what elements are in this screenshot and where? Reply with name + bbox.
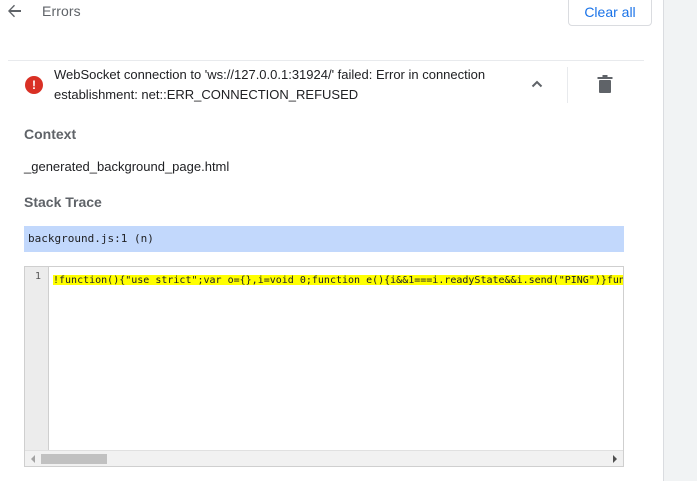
line-gutter: 1 [25,267,49,450]
horizontal-scrollbar[interactable] [25,450,623,466]
line-number: 1 [34,271,41,282]
scroll-left-arrow-icon[interactable] [31,455,35,463]
stack-frame-label: background.js:1 (n) [28,232,154,245]
scrollbar-thumb[interactable] [41,454,107,464]
header: Errors Clear all [0,0,663,60]
row-separator [567,67,568,103]
side-pane [663,0,697,481]
error-icon: ! [25,76,43,94]
highlighted-code: !function(){"use strict";var o={},i=void… [53,275,623,285]
error-list-item[interactable]: ! WebSocket connection to 'ws://127.0.0.… [8,61,644,109]
chevron-up-icon[interactable] [528,75,546,93]
error-message: WebSocket connection to 'ws://127.0.0.1:… [54,67,486,102]
stack-trace-heading: Stack Trace [24,194,102,210]
code-line: !function(){"use strict";var o={},i=void… [53,270,623,285]
context-value: _generated_background_page.html [24,159,230,174]
arrow-back-icon[interactable] [6,2,24,20]
extension-errors-page: Errors Clear all ! WebSocket connection … [0,0,697,481]
source-code-viewer: 1 !function(){"use strict";var o={},i=vo… [24,266,624,467]
page-title: Errors [42,3,81,19]
trash-icon[interactable] [596,74,614,94]
scroll-right-arrow-icon[interactable] [613,455,617,463]
stack-frame[interactable]: background.js:1 (n) [24,226,624,252]
context-heading: Context [24,126,77,142]
clear-all-button[interactable]: Clear all [568,0,652,26]
